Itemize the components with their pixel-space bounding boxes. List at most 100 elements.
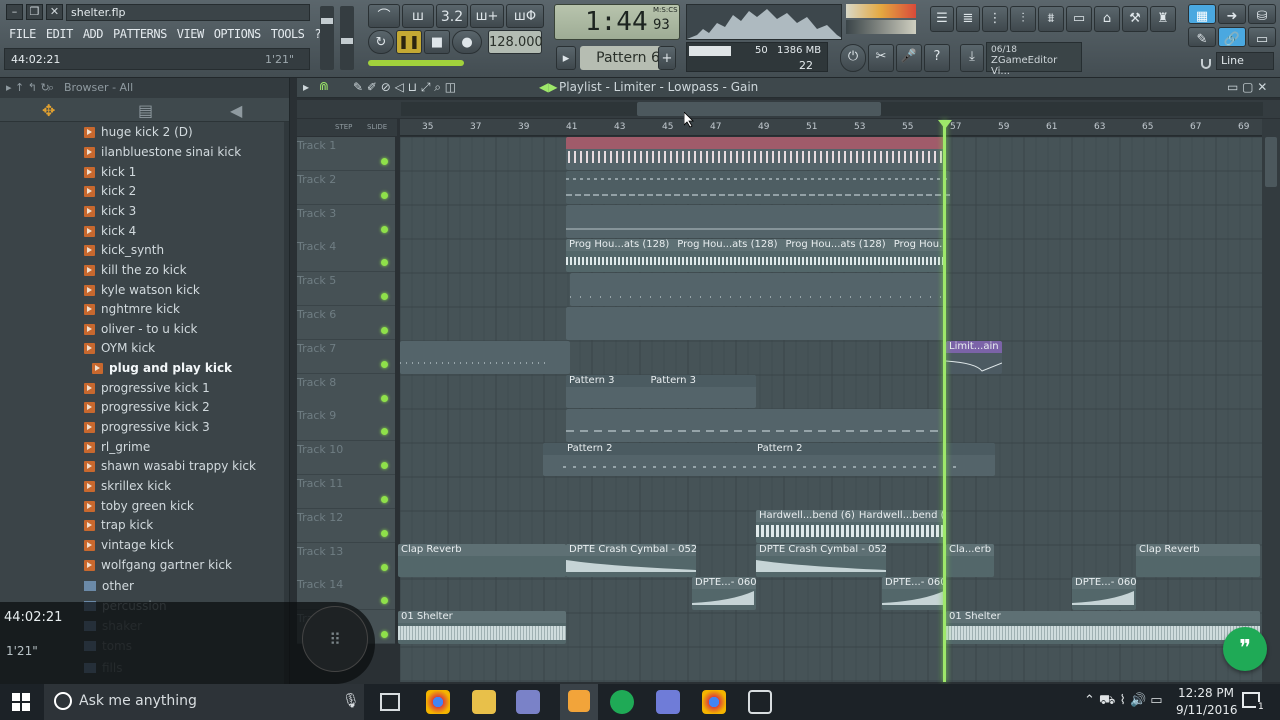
wrench-icon[interactable]: ⚒ xyxy=(1122,6,1148,32)
pencil-icon[interactable]: ✎ xyxy=(1188,27,1216,47)
microphone-icon[interactable]: 🎙 xyxy=(342,693,360,709)
list-item[interactable]: kick_synth xyxy=(84,240,164,260)
clip-track7-automation[interactable]: Limit...ain xyxy=(946,341,1002,374)
list-item[interactable]: rl_grime xyxy=(84,437,150,457)
menu-options[interactable]: OPTIONS xyxy=(209,24,266,44)
magnet-snap-icon[interactable]: ⋒ xyxy=(319,79,329,93)
pattern-song-icon[interactable]: ⌒ xyxy=(368,4,400,28)
track-header[interactable]: Track 12 xyxy=(297,508,395,543)
list-item[interactable]: vintage kick xyxy=(84,535,174,555)
chrome-icon-2[interactable] xyxy=(702,690,726,714)
list-item[interactable]: oliver - to u kick xyxy=(84,319,198,339)
track-mute-led[interactable] xyxy=(381,191,388,199)
track-mute-led[interactable] xyxy=(381,293,388,301)
cut-icon[interactable]: ✂ xyxy=(868,44,894,72)
browser-scrollbar[interactable] xyxy=(284,122,289,684)
browser-nav-icon[interactable]: ▸ ↑ ↰ ↻ xyxy=(6,81,50,94)
list-item[interactable]: toby green kick xyxy=(84,496,194,516)
playhead-triangle-icon[interactable] xyxy=(938,120,952,129)
track-header[interactable]: Track 4 xyxy=(297,238,395,273)
news-panel[interactable]: 06/18 ZGameEditor Vi... xyxy=(986,42,1082,77)
track-header[interactable]: Track 3 xyxy=(297,204,395,239)
record-button[interactable]: ● xyxy=(452,30,482,54)
list-item[interactable]: kick 2 xyxy=(84,181,136,201)
windows-start-icon[interactable] xyxy=(12,693,30,711)
playlist-vertical-scroll[interactable] xyxy=(1262,119,1280,682)
browser-star-icon[interactable]: ✥ xyxy=(42,101,55,120)
menu-patterns[interactable]: PATTERNS xyxy=(108,24,172,44)
menu-edit[interactable]: EDIT xyxy=(41,24,78,44)
app-icon[interactable] xyxy=(516,690,540,714)
clip-track6[interactable] xyxy=(566,307,946,340)
folder-other[interactable]: other xyxy=(84,576,134,596)
clip-track14-c[interactable]: DPTE...- 060 xyxy=(1072,577,1136,610)
chat-bubble-icon[interactable]: ❞ xyxy=(1223,627,1267,671)
browser-icon[interactable]: ⩩ xyxy=(1038,6,1064,32)
browser-file-icon[interactable]: ▤ xyxy=(138,101,153,120)
clip-track12[interactable]: Hardwell...bend (6) Hardwell...bend (6) xyxy=(756,510,946,543)
stop-button[interactable]: ■ xyxy=(424,30,450,54)
time-display[interactable]: 1:44 93 M:S:CS xyxy=(554,4,680,40)
menu-tools[interactable]: TOOLS xyxy=(266,24,310,44)
file-icon[interactable]: ▭ xyxy=(1066,6,1092,32)
help-icon[interactable]: ? xyxy=(924,44,950,72)
hangouts-icon[interactable] xyxy=(610,690,634,714)
list-item[interactable]: progressive kick 3 xyxy=(84,417,210,437)
clip-track2[interactable] xyxy=(566,171,950,204)
track-header[interactable]: Track 5 xyxy=(297,272,395,307)
track-mute-led[interactable] xyxy=(381,496,388,503)
list-item[interactable]: kyle watson kick xyxy=(84,280,200,300)
list-item[interactable]: kill the zo kick xyxy=(84,260,187,280)
list-item[interactable]: kick 3 xyxy=(84,201,136,221)
list-item-selected[interactable]: plug and play kick xyxy=(92,358,232,378)
song-position-bar[interactable] xyxy=(368,60,464,66)
playlist-arrow-icon[interactable]: ◀▶ xyxy=(539,80,557,94)
list-item[interactable]: ilanbluestone sinai kick xyxy=(84,142,241,162)
track-header[interactable]: Track 8 xyxy=(297,373,395,408)
track-mute-led[interactable] xyxy=(381,462,388,470)
scroll-thumb[interactable] xyxy=(1265,137,1277,187)
track-mute-led[interactable] xyxy=(381,158,388,165)
stamp-icon[interactable]: ⛁ xyxy=(1248,4,1276,24)
fl-studio-taskbar-icon[interactable] xyxy=(560,684,598,720)
mixer-icon[interactable]: ⫶ xyxy=(1010,6,1036,32)
scroll-thumb[interactable] xyxy=(637,102,881,116)
track-header[interactable]: Track 6 xyxy=(297,306,395,340)
track-mute-led[interactable] xyxy=(381,631,388,639)
list-item[interactable]: OYM kick xyxy=(84,338,155,358)
clip-track14-b[interactable]: DPTE...- 060 xyxy=(882,577,946,610)
discord-icon[interactable] xyxy=(656,690,680,714)
master-pitch-slider[interactable] xyxy=(340,6,354,70)
close-button[interactable]: ✕ xyxy=(46,4,63,20)
clip-track10[interactable]: Pattern 2 Pattern 2 xyxy=(543,443,995,476)
playhead-marker[interactable] xyxy=(943,120,946,682)
clip-track13-d[interactable]: Cla...erb xyxy=(946,544,994,577)
menu-file[interactable]: FILE xyxy=(4,24,41,44)
list-item[interactable]: kick 4 xyxy=(84,221,136,241)
clip-track4[interactable]: Prog Hou...ats (128) Prog Hou...ats (128)… xyxy=(566,239,946,272)
list-item[interactable]: skrillex kick xyxy=(84,476,171,496)
arrow-right-icon[interactable]: ➜ xyxy=(1218,4,1246,24)
keyboard-icon[interactable]: ▦ xyxy=(1188,4,1216,24)
track-mute-led[interactable] xyxy=(381,529,388,537)
snap-mode-select[interactable]: Line xyxy=(1216,52,1274,70)
overlay-knob-icon[interactable]: ⠿ xyxy=(302,606,368,672)
track-header[interactable]: Track 1 xyxy=(297,137,395,171)
list-item[interactable]: progressive kick 2 xyxy=(84,397,210,417)
clip-track5[interactable] xyxy=(570,273,946,306)
clip-track8[interactable]: Pattern 3 Pattern 3 xyxy=(566,375,756,408)
loop-icon[interactable]: ↻ xyxy=(368,30,394,54)
add-pattern-button[interactable]: + xyxy=(658,46,676,70)
list-item[interactable]: wolfgang gartner kick xyxy=(84,555,232,575)
restore-button[interactable]: ❐ xyxy=(26,4,43,20)
list-item[interactable]: nghtmre kick xyxy=(84,299,180,319)
clip-track14-a[interactable]: DPTE...- 060 xyxy=(692,577,756,610)
clip-track13-c[interactable]: DPTE Crash Cymbal - 052 xyxy=(756,544,886,577)
task-view-icon[interactable] xyxy=(380,693,400,711)
pattern-prev-icon[interactable]: ▸ xyxy=(556,46,576,70)
track-mute-led[interactable] xyxy=(381,394,388,402)
track-mute-led[interactable] xyxy=(381,259,388,267)
browser-speaker-icon[interactable]: ◀ xyxy=(230,101,242,120)
playlist-menu-icon[interactable]: ▸ xyxy=(303,80,309,94)
clip-track9[interactable] xyxy=(566,409,942,442)
